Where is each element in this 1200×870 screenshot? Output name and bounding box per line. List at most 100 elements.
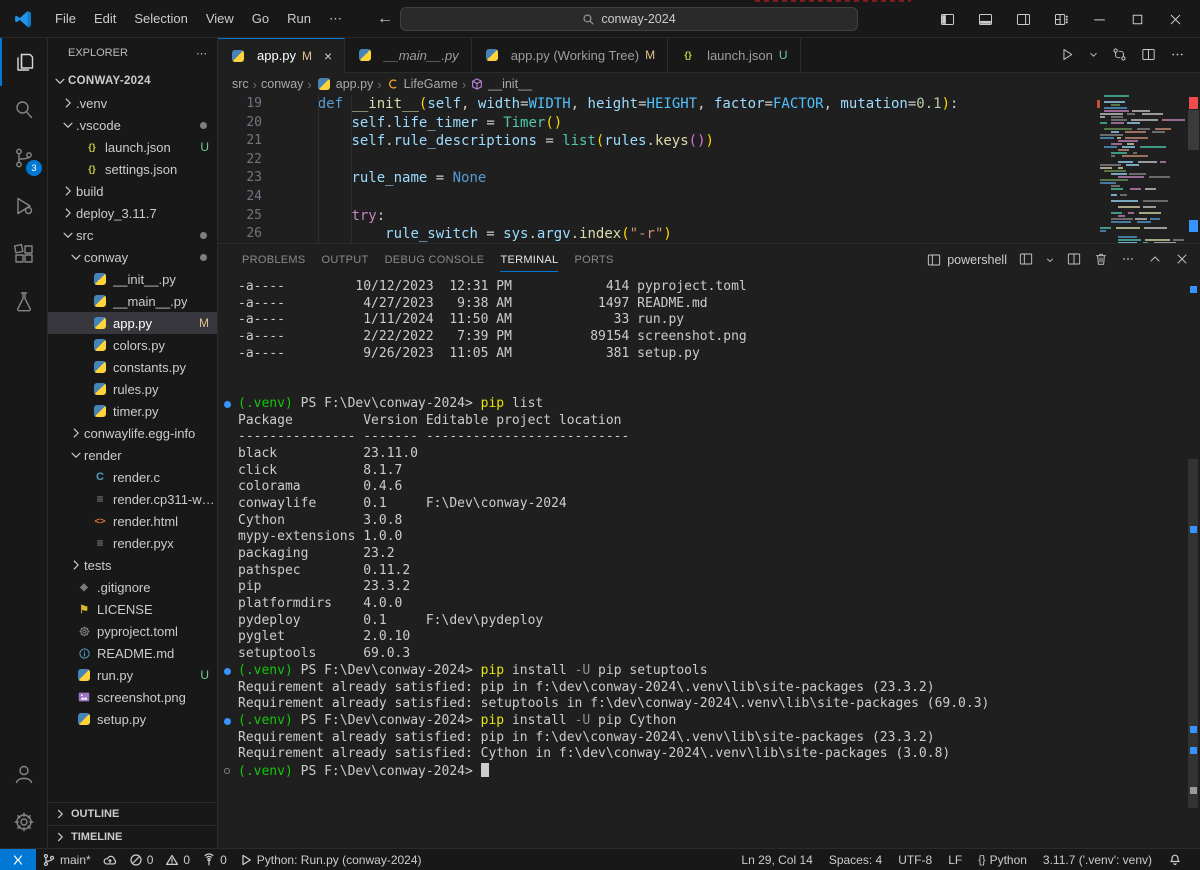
tree-item-build[interactable]: build: [48, 180, 217, 202]
tree-item-license[interactable]: ⚑LICENSE: [48, 598, 217, 620]
status-remote[interactable]: [0, 849, 36, 870]
status-tower[interactable]: 0: [196, 849, 233, 870]
minimize-icon[interactable]: [1082, 4, 1116, 34]
activity-extensions[interactable]: [0, 230, 48, 278]
activity-run-debug[interactable]: [0, 182, 48, 230]
status-braces[interactable]: {}Python: [970, 849, 1035, 870]
status-3-11-7-venv-venv[interactable]: 3.11.7 ('.venv': venv): [1035, 849, 1160, 870]
tree-item-constants-py[interactable]: constants.py: [48, 356, 217, 378]
more-icon[interactable]: [1120, 251, 1136, 270]
code-editor[interactable]: 19 def __init__(self, width=WIDTH, heigh…: [218, 95, 1200, 243]
status-utf-8[interactable]: UTF-8: [890, 849, 940, 870]
terminal-profile[interactable]: powershell: [926, 252, 1007, 268]
breadcrumb-app-py[interactable]: app.py: [316, 76, 374, 92]
activity-testing[interactable]: [0, 278, 48, 326]
panel-tab-output[interactable]: OUTPUT: [314, 244, 377, 276]
nav-back-icon[interactable]: ←: [377, 10, 393, 28]
tree-item-pyproject-toml[interactable]: pyproject.toml: [48, 620, 217, 642]
menu-run[interactable]: Run: [278, 7, 320, 31]
status-warning[interactable]: 0: [159, 849, 196, 870]
tree-item-rules-py[interactable]: rules.py: [48, 378, 217, 400]
chevron-down-icon[interactable]: [1045, 253, 1055, 268]
maximize-icon[interactable]: [1120, 4, 1154, 34]
status-lf[interactable]: LF: [940, 849, 970, 870]
layout-sidebar-right-icon[interactable]: [1006, 4, 1040, 34]
status-error[interactable]: 0: [123, 849, 160, 870]
tree-item-launch-json[interactable]: {}launch.jsonU: [48, 136, 217, 158]
menu-selection[interactable]: Selection: [125, 7, 196, 31]
menu-go[interactable]: Go: [243, 7, 278, 31]
breadcrumb-lifegame[interactable]: LifeGame: [386, 77, 458, 91]
launch-profile-icon[interactable]: [1018, 251, 1034, 270]
tree-item-venv[interactable]: .venv: [48, 92, 217, 114]
command-decoration-gray[interactable]: [224, 768, 230, 774]
more-icon[interactable]: [1169, 46, 1186, 66]
breadcrumb-init[interactable]: __init__: [470, 77, 532, 91]
tree-item-tests[interactable]: tests: [48, 554, 217, 576]
tree-item-init-py[interactable]: __init__.py: [48, 268, 217, 290]
minimap[interactable]: [1098, 95, 1186, 243]
editor-overview-ruler[interactable]: [1186, 95, 1200, 243]
tree-item-run-py[interactable]: run.pyU: [48, 664, 217, 686]
tree-item-render-pyx[interactable]: ≡render.pyx: [48, 532, 217, 554]
terminal[interactable]: -a---- 10/12/2023 12:31 PM 414 pyproject…: [218, 279, 1186, 848]
layout-customize-icon[interactable]: [1044, 4, 1078, 34]
activity-settings[interactable]: [0, 798, 48, 846]
split-editor-icon[interactable]: [1140, 46, 1157, 66]
menu-file[interactable]: File: [46, 7, 85, 31]
tree-item-src[interactable]: src: [48, 224, 217, 246]
activity-source-control[interactable]: 3: [0, 134, 48, 182]
close-icon[interactable]: [1158, 4, 1192, 34]
tree-item-main-py[interactable]: __main__.py: [48, 290, 217, 312]
tree-item-deploy-3-11-7[interactable]: deploy_3.11.7: [48, 202, 217, 224]
tree-item-readme-md[interactable]: README.md: [48, 642, 217, 664]
command-decoration-blue[interactable]: [224, 718, 231, 725]
tree-item-settings-json[interactable]: {}settings.json: [48, 158, 217, 180]
menu-edit[interactable]: Edit: [85, 7, 125, 31]
diff-icon[interactable]: [1111, 46, 1128, 66]
tab-launch-json[interactable]: {}launch.jsonU: [668, 38, 800, 72]
terminal-scrollbar-slider[interactable]: [1188, 459, 1198, 808]
command-center-search[interactable]: conway-2024: [400, 7, 858, 31]
status-cloud[interactable]: [97, 849, 123, 870]
chevron-down-icon[interactable]: [1088, 48, 1099, 63]
breadcrumb-conway[interactable]: conway: [261, 77, 303, 91]
editor-scrollbar-slider[interactable]: [1188, 110, 1199, 150]
explorer-more-icon[interactable]: ⋯: [196, 47, 207, 60]
activity-account[interactable]: [0, 750, 48, 798]
tree-item-gitignore[interactable]: ◆.gitignore: [48, 576, 217, 598]
activity-search[interactable]: [0, 86, 48, 134]
status-ln-29-col-14[interactable]: Ln 29, Col 14: [733, 849, 820, 870]
tab-app-py-working-tree[interactable]: app.py (Working Tree)M: [472, 38, 668, 72]
tree-item-screenshot-png[interactable]: screenshot.png: [48, 686, 217, 708]
command-decoration-blue[interactable]: [224, 668, 231, 675]
status-spaces-4[interactable]: Spaces: 4: [821, 849, 890, 870]
tree-item-render-html[interactable]: <>render.html: [48, 510, 217, 532]
panel-tab-ports[interactable]: PORTS: [566, 244, 621, 276]
layout-panel-icon[interactable]: [968, 4, 1002, 34]
menu-[interactable]: ⋯: [320, 7, 351, 31]
tree-item-render[interactable]: render: [48, 444, 217, 466]
tree-item-conwaylife-egg-info[interactable]: conwaylife.egg-info: [48, 422, 217, 444]
status-branch[interactable]: main*: [36, 849, 97, 870]
tab-app-py[interactable]: app.pyM×: [218, 38, 345, 73]
run-icon[interactable]: [1059, 46, 1076, 66]
terminal-scrollbar[interactable]: [1186, 244, 1200, 848]
tree-item-setup-py[interactable]: setup.py: [48, 708, 217, 730]
tree-item-render-cp311-win[interactable]: ≡render.cp311-win_...: [48, 488, 217, 510]
panel-tab-problems[interactable]: PROBLEMS: [234, 244, 314, 276]
activity-explorer[interactable]: [0, 38, 48, 86]
tab-main-py[interactable]: __main__.py: [345, 38, 471, 72]
status-play[interactable]: Python: Run.py (conway-2024): [233, 849, 428, 870]
tree-item-app-py[interactable]: app.pyM: [48, 312, 217, 334]
breadcrumb-src[interactable]: src: [232, 77, 249, 91]
split-terminal-icon[interactable]: [1066, 251, 1082, 270]
tab-close-icon[interactable]: ×: [324, 48, 332, 64]
timeline-section[interactable]: TIMELINE: [48, 825, 217, 848]
command-decoration-blue[interactable]: [224, 401, 231, 408]
tree-item-colors-py[interactable]: colors.py: [48, 334, 217, 356]
panel-tab-terminal[interactable]: TERMINAL: [492, 244, 566, 276]
tree-item-conway-2024[interactable]: CONWAY-2024: [48, 70, 217, 92]
panel-tab-debug-console[interactable]: DEBUG CONSOLE: [377, 244, 493, 276]
tree-item-conway[interactable]: conway: [48, 246, 217, 268]
